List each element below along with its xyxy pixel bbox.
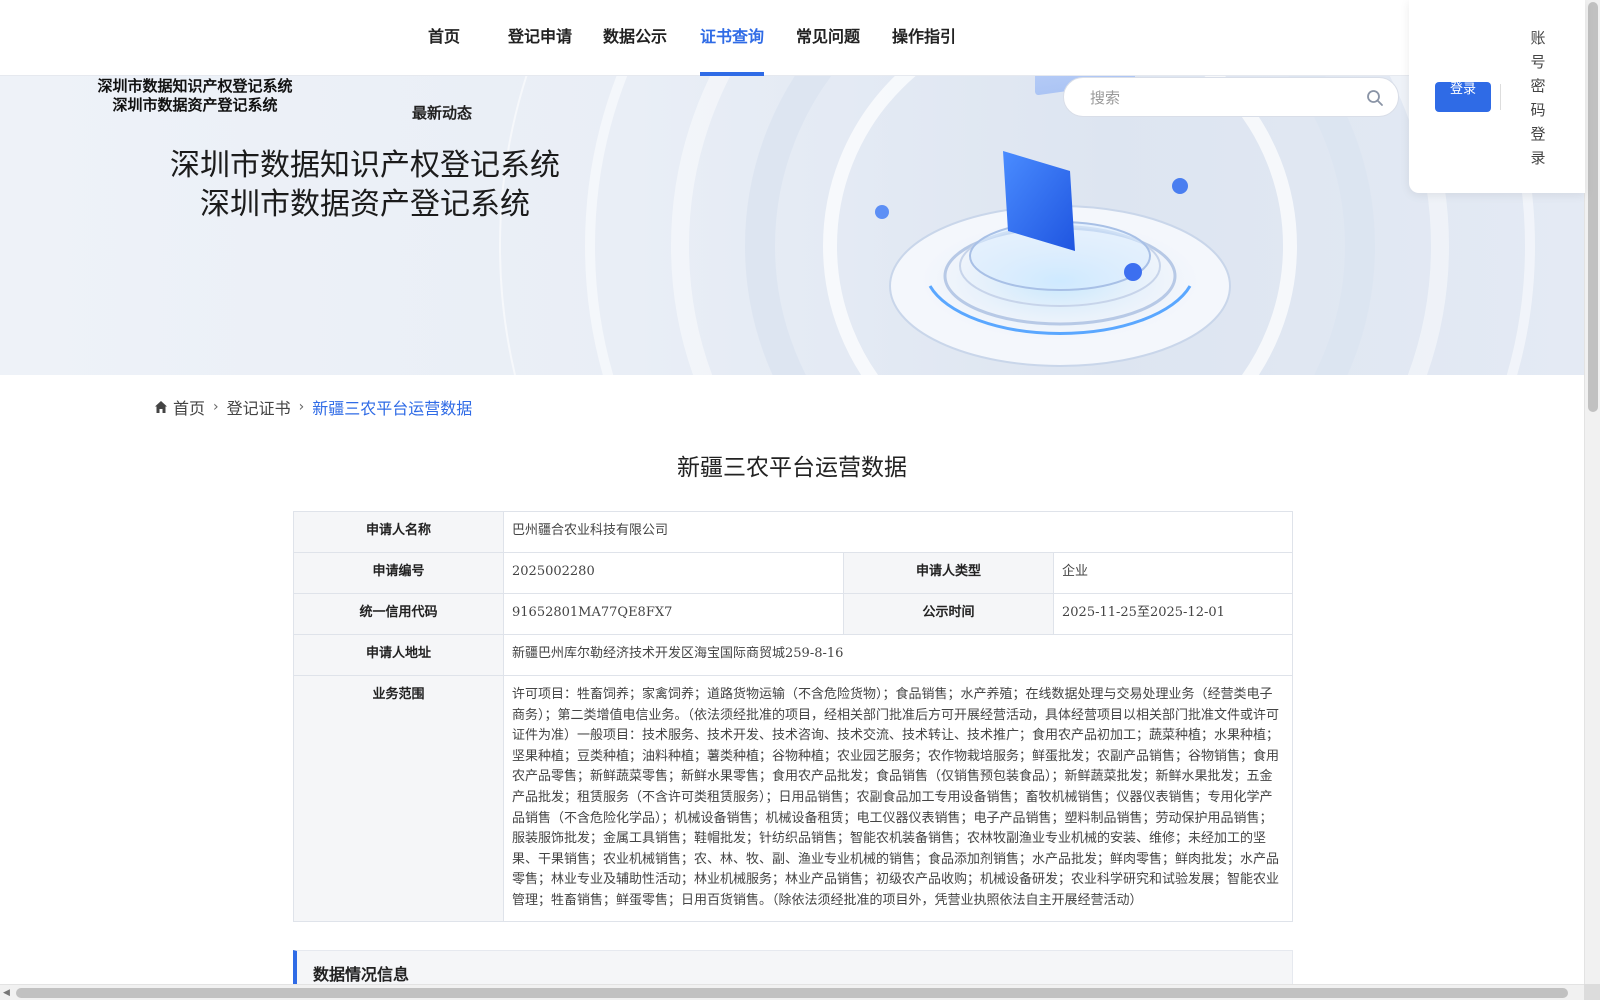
nav-certificate-query[interactable]: 证书查询 — [700, 0, 764, 76]
applicant-type-value: 企业 — [1053, 552, 1293, 594]
breadcrumb-current: 新疆三农平台运营数据 — [312, 399, 473, 418]
applicant-name-value: 巴州疆合农业科技有限公司 — [503, 511, 1293, 553]
certificate-info-table: 申请人名称 巴州疆合农业科技有限公司 申请编号 2025002280 申请人类型… — [293, 511, 1293, 922]
top-navigation: 首页 登记申请 数据公示 证书查询 常见问题 操作指引 — [0, 0, 1584, 76]
search-icon[interactable] — [1366, 89, 1384, 107]
small-title-line-2: 深圳市数据资产登记系统 — [112, 96, 278, 114]
nav-faq[interactable]: 常见问题 — [796, 0, 860, 76]
banner-big-title: 深圳市数据知识产权登记系统 深圳市数据资产登记系统 — [130, 146, 600, 224]
credit-code-label: 统一信用代码 — [293, 593, 504, 635]
big-title-line-1: 深圳市数据知识产权登记系统 — [170, 148, 560, 183]
nav-registration-application[interactable]: 登记申请 — [508, 0, 572, 76]
application-no-label: 申请编号 — [293, 552, 504, 594]
latest-news-link[interactable]: 最新动态 — [412, 102, 472, 123]
page-title: 新疆三农平台运营数据 — [677, 455, 907, 481]
table-row: 申请编号 2025002280 申请人类型 企业 — [293, 552, 1293, 594]
scrollbar-corner — [1584, 984, 1600, 1000]
login-divider — [1500, 84, 1501, 110]
nav-data-publicity[interactable]: 数据公示 — [603, 0, 667, 76]
search-input[interactable] — [1088, 86, 1358, 110]
small-title-line-1: 深圳市数据知识产权登记系统 — [97, 77, 293, 95]
breadcrumb-home[interactable]: 首页 — [173, 395, 205, 419]
application-no-value: 2025002280 — [503, 552, 844, 594]
scroll-left-arrow-icon[interactable]: ◀ — [3, 988, 10, 998]
table-row: 业务范围 许可项目：牲畜饲养；家禽饲养；道路货物运输（不含危险货物）；食品销售；… — [293, 675, 1293, 922]
table-row: 统一信用代码 91652801MA77QE8FX7 公示时间 2025-11-2… — [293, 593, 1293, 635]
search-bar — [1063, 77, 1399, 117]
section-title: 数据情况信息 — [313, 965, 410, 984]
applicant-type-label: 申请人类型 — [843, 552, 1054, 594]
vertical-scrollbar-thumb[interactable] — [1588, 2, 1598, 412]
applicant-name-label: 申请人名称 — [293, 511, 504, 553]
table-row: 申请人名称 巴州疆合农业科技有限公司 — [293, 511, 1293, 553]
table-row: 申请人地址 新疆巴州库尔勒经济技术开发区海宝国际商贸城259-8-16 — [293, 634, 1293, 676]
publicity-time-label: 公示时间 — [843, 593, 1054, 635]
horizontal-scrollbar[interactable]: ◀ — [0, 984, 1584, 1000]
address-value: 新疆巴州库尔勒经济技术开发区海宝国际商贸城259-8-16 — [503, 634, 1293, 676]
address-label: 申请人地址 — [293, 634, 504, 676]
nav-home[interactable]: 首页 — [422, 0, 466, 76]
business-scope-value: 许可项目：牲畜饲养；家禽饲养；道路货物运输（不含危险货物）；食品销售；水产养殖；… — [503, 675, 1293, 922]
business-scope-label: 业务范围 — [293, 675, 504, 922]
banner-illustration — [499, 76, 1535, 375]
login-button[interactable]: 登录 — [1435, 82, 1491, 112]
horizontal-scrollbar-thumb[interactable] — [16, 988, 1568, 998]
chevron-right-icon: › — [298, 399, 305, 415]
big-title-line-2: 深圳市数据资产登记系统 — [200, 187, 530, 222]
banner-small-title: 深圳市数据知识产权登记系统 深圳市数据资产登记系统 — [60, 77, 330, 115]
breadcrumb-certificates[interactable]: 登记证书 — [227, 395, 291, 419]
breadcrumb: 首页 › 登记证书 › 新疆三农平台运营数据 — [154, 395, 472, 419]
nav-operation-guide[interactable]: 操作指引 — [892, 0, 956, 76]
home-icon — [155, 401, 167, 413]
chevron-right-icon: › — [213, 399, 219, 415]
credit-code-value: 91652801MA77QE8FX7 — [503, 593, 844, 635]
login-panel: 登录 账号密码登录 — [1409, 0, 1585, 193]
password-login-link[interactable]: 账号密码登录 — [1527, 26, 1549, 170]
hero-banner: 深圳市数据知识产权登记系统 深圳市数据资产登记系统 最新动态 深圳市数据知识产权… — [0, 76, 1584, 375]
publicity-time-value: 2025-11-25至2025-12-01 — [1053, 593, 1293, 635]
vertical-scrollbar[interactable] — [1584, 0, 1600, 984]
